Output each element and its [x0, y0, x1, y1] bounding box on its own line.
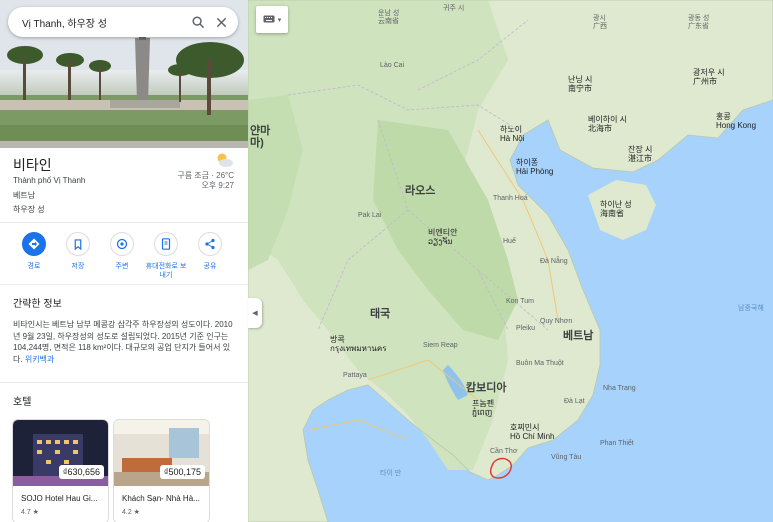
map-label-siemreap: Siem Reap — [423, 342, 458, 349]
map-label-haiphong: 하이퐁 Hải Phòng — [516, 158, 554, 176]
map-label-thanhhoa: Thanh Hoá — [493, 195, 528, 202]
map-label-guangxi: 광시 广西 — [593, 15, 607, 30]
place-province: 하우장 성 — [13, 205, 45, 214]
collapse-panel-button[interactable]: ◀ — [248, 298, 262, 328]
map-label-laocai: Lào Cai — [380, 62, 405, 69]
map-label-vientiane: 비엔티안 ວຽງຈັນ — [428, 228, 458, 246]
share-icon — [198, 232, 222, 256]
hotels-heading: 호텔 — [13, 397, 32, 408]
map-label-hcmc: 호찌민시 Hồ Chí Minh — [510, 423, 555, 441]
map-label-hainan: 하이난 성 海南省 — [600, 200, 632, 218]
divider — [0, 284, 248, 285]
map-label-vungtau: Vũng Tàu — [551, 454, 582, 461]
map-label-laos: 라오스 — [405, 185, 436, 197]
map-label-buonmathuot: Buôn Ma Thuột — [516, 360, 564, 367]
map-label-beihai: 베이하이 시 北海市 — [588, 115, 628, 133]
directions-label: 경로 — [27, 263, 41, 270]
map-label-kontum: Kon Tum — [506, 298, 535, 305]
nearby-button[interactable]: 주변 — [100, 232, 144, 271]
map-label-pattaya: Pattaya — [343, 372, 367, 379]
hotel-price: ₫630,656 — [58, 465, 104, 479]
map-label-hongkong: 홍콩 Hong Kong — [716, 112, 757, 130]
chevron-left-icon: ◀ — [252, 310, 258, 317]
map-label-dalat: Đà Lạt — [564, 398, 585, 405]
map-label-gulf-of-thailand: 타이 만 — [380, 470, 402, 477]
divider — [0, 222, 248, 223]
map-label-guangdong: 광동 성 广东省 — [688, 15, 710, 30]
divider — [0, 382, 248, 383]
close-icon[interactable] — [211, 12, 231, 32]
place-country: 베트남 — [13, 191, 36, 200]
place-title: 비타인 — [13, 157, 52, 173]
share-button[interactable]: 공유 — [188, 232, 232, 271]
map-label-nanning: 난닝 시 南宁市 — [568, 75, 593, 93]
overview-heading: 간략한 정보 — [13, 299, 62, 310]
map-label-phanthiet: Phan Thiết — [600, 440, 634, 447]
hotel-card[interactable]: ₫630,656 SOJO Hotel Hau Gi... 4.7 ★ — [12, 419, 109, 522]
directions-icon — [22, 232, 46, 256]
hotel-price: ₫500,175 — [159, 465, 205, 479]
save-label: 저장 — [71, 263, 85, 270]
map-label-cantho: Cần Thơ — [490, 448, 518, 455]
nearby-label: 주변 — [115, 263, 129, 270]
map-label-thailand: 태국 — [370, 308, 391, 320]
map-label-phnompenh: 프놈펜 ភ្នំពេញ — [472, 399, 495, 417]
wikipedia-link[interactable]: 위키백과 — [25, 355, 54, 364]
map-label-zhanjiang: 잔장 시 湛江市 — [628, 145, 653, 163]
dropdown-arrow-icon: ▾ — [277, 16, 282, 24]
weather-icon — [214, 152, 234, 170]
map-canvas[interactable]: 운남 성 云南省 귀주 시 광시 广西 광동 성 广东省 난닝 시 南宁市 광저우 시广… — [248, 0, 773, 522]
overview-text: 비타인시는 베트남 남부 메콩강 삼각주 하우장성의 성도이다. 2010년 9… — [13, 319, 239, 365]
search-box[interactable]: Vị Thanh, 하우장 성 — [8, 7, 238, 37]
search-input[interactable]: Vị Thanh, 하우장 성 — [22, 15, 107, 30]
map-label-nhatrang: Nha Trang — [603, 385, 636, 392]
keyboard-icon — [263, 15, 275, 25]
share-label: 공유 — [203, 263, 217, 270]
map-label-guizhou: 귀주 시 — [443, 5, 465, 12]
directions-button[interactable]: 경로 — [12, 232, 56, 271]
search-icon[interactable] — [188, 12, 208, 32]
map-label-south-china-sea: 남중국해 — [738, 305, 764, 312]
weather-time: 오후 9:27 — [201, 181, 234, 190]
map-label-cambodia: 캄보디아 — [466, 382, 507, 394]
map-label-guangzhou: 광저우 시 广州市 — [693, 68, 725, 86]
map-label-bangkok: 방콕 กรุงเทพมหานคร — [330, 335, 387, 353]
layers-button[interactable]: ▾ — [256, 6, 288, 33]
send-to-phone-button[interactable]: 휴대전화로 보내기 — [144, 232, 188, 280]
hotel-card[interactable]: ₫500,175 Khách Sạn- Nhà Hà... 4.2 ★ — [113, 419, 210, 522]
map-label-vietnam: 베트남 — [563, 330, 594, 342]
save-button[interactable]: 저장 — [56, 232, 100, 271]
bookmark-icon — [66, 232, 90, 256]
side-panel: Vị Thanh, 하우장 성 비타인 Thành phố Vị Thanh 베… — [0, 0, 249, 522]
map-label-quynhon: Quy Nhơn — [540, 318, 573, 325]
hotel-rating: 4.2 ★ — [122, 509, 140, 516]
hotel-name: Khách Sạn- Nhà Hà... — [122, 494, 200, 503]
map-label-hue: Huế — [503, 238, 516, 245]
hotel-name: SOJO Hotel Hau Gi... — [21, 494, 98, 503]
map-label-paklay: Pak Lai — [358, 212, 382, 219]
nearby-icon — [110, 232, 134, 256]
hotel-rating: 4.7 ★ — [21, 509, 39, 516]
map-label-hanoi: 하노이 Hà Nội — [500, 125, 525, 143]
map-label-myanmar: 얀마 마) — [250, 125, 271, 149]
map-label-danang: Đà Nẵng — [540, 258, 568, 265]
send-to-phone-label: 휴대전화로 보내기 — [145, 263, 187, 279]
map-label-yunnan: 운남 성 云南省 — [378, 10, 400, 25]
place-native-name: Thành phố Vị Thanh — [13, 176, 86, 185]
map-label-pleiku: Pleiku — [516, 325, 536, 332]
send-to-phone-icon — [154, 232, 178, 256]
